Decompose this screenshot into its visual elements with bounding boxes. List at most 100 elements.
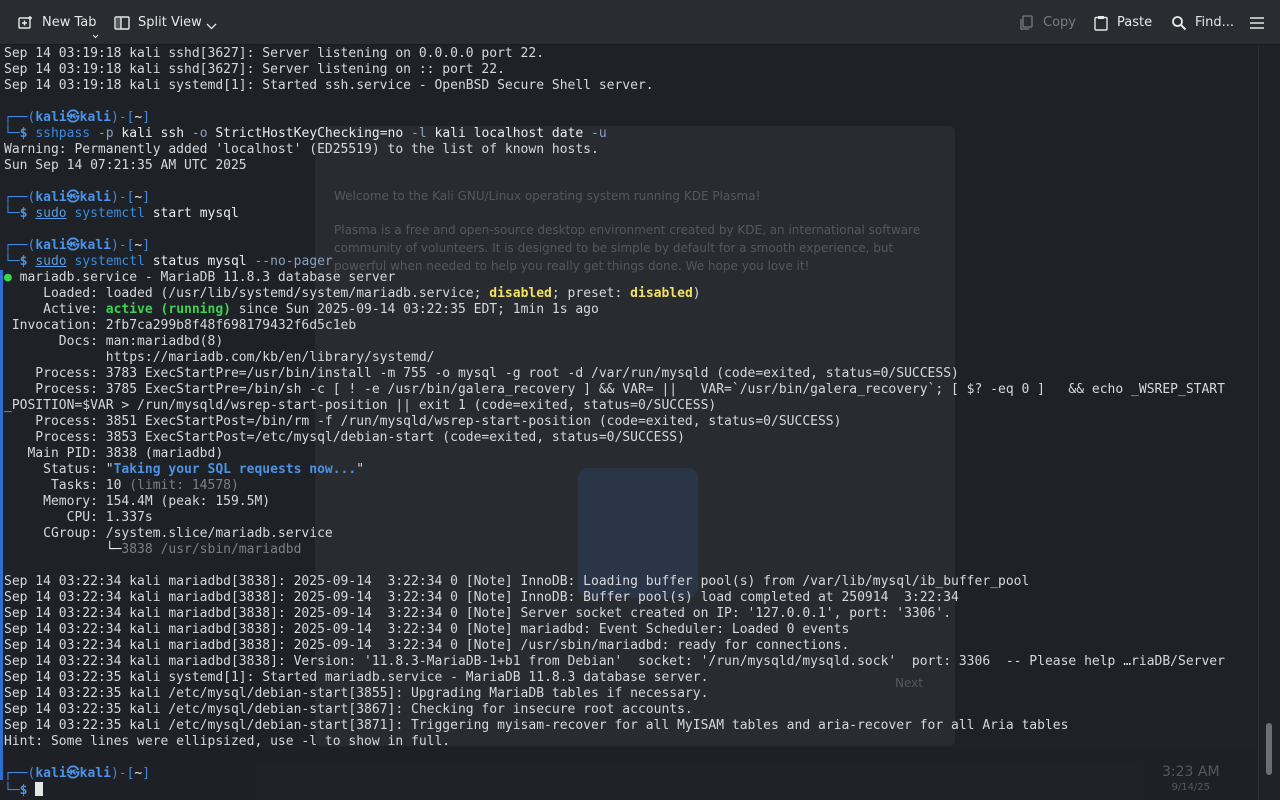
terminal-line: Invocation: 2fb7ca299b8f48f698179432f6d5… xyxy=(4,318,1225,334)
terminal-text: └─ xyxy=(4,542,122,557)
split-view-menu-arrow-icon[interactable] xyxy=(206,19,217,34)
terminal-text: -o xyxy=(184,126,208,141)
terminal-text: Sep 14 03:22:34 kali mariadbd[3838]: 202… xyxy=(4,590,959,605)
terminal-text: since Sun 2025-09-14 03:22:35 EDT; 1min … xyxy=(230,302,599,317)
terminal-text: https://mariadb.com/kb/en/library/system… xyxy=(4,350,435,365)
copy-button[interactable]: Copy xyxy=(1019,0,1076,45)
toolbar: New Tab Split View Copy Paste Find... xyxy=(0,0,1280,45)
terminal-text: Process: 3785 ExecStartPre=/bin/sh -c [ … xyxy=(4,382,1225,397)
terminal-line: Process: 3783 ExecStartPre=/usr/bin/inst… xyxy=(4,366,1225,382)
terminal-text: └─ xyxy=(4,206,20,221)
terminal-text: CPU: 1.337s xyxy=(4,510,153,525)
terminal-text: Warning: Permanently added 'localhost' (… xyxy=(4,142,599,157)
terminal-line: └─3838 /usr/sbin/mariadbd xyxy=(4,542,1225,558)
terminal-text: Sep 14 03:19:18 kali systemd[1]: Started… xyxy=(4,78,654,93)
scrollbar-thumb[interactable] xyxy=(1266,722,1272,776)
terminal-text: status mysql xyxy=(144,254,247,269)
copy-icon xyxy=(1019,14,1035,31)
terminal-text: Taking your SQL requests now... xyxy=(113,462,357,477)
new-tab-button[interactable]: New Tab xyxy=(18,0,97,45)
terminal-text: kali㉿kali xyxy=(35,190,111,205)
output-selection-marker xyxy=(0,270,3,780)
terminal-text: )-[ xyxy=(110,766,135,781)
terminal-text: ] xyxy=(142,110,151,125)
terminal-line: Sep 14 03:22:35 kali /etc/mysql/debian-s… xyxy=(4,718,1225,734)
terminal-line: Process: 3785 ExecStartPre=/bin/sh -c [ … xyxy=(4,382,1225,398)
split-view-button[interactable]: Split View xyxy=(114,0,202,45)
terminal-text: 3838 /usr/sbin/mariadbd xyxy=(121,542,302,557)
new-tab-icon xyxy=(18,15,34,31)
terminal-text: $ xyxy=(19,254,36,269)
terminal-text: Status: " xyxy=(4,462,114,477)
terminal-text: ] xyxy=(142,766,151,781)
terminal-line: Sep 14 03:19:18 kali systemd[1]: Started… xyxy=(4,78,1225,94)
terminal-text: systemctl xyxy=(66,206,145,221)
terminal-text: Tasks: 10 xyxy=(4,478,130,493)
terminal-line: https://mariadb.com/kb/en/library/system… xyxy=(4,350,1225,366)
terminal-line: ┌──(kali㉿kali)-[~] xyxy=(4,766,1225,782)
terminal-text: Active: xyxy=(4,302,106,317)
terminal-text: mariadb.service - MariaDB 11.8.3 databas… xyxy=(11,270,396,285)
terminal-text: ; preset: xyxy=(551,286,631,301)
split-view-icon xyxy=(114,15,130,31)
terminal-text: Sep 14 03:22:34 kali mariadbd[3838]: Ver… xyxy=(4,654,1225,669)
terminal-text: ┌──( xyxy=(4,190,36,205)
terminal-text: Sep 14 03:22:34 kali mariadbd[3838]: 202… xyxy=(4,574,1030,589)
terminal-line: ┌──(kali㉿kali)-[~] xyxy=(4,110,1225,126)
terminal-line: Tasks: 10 (limit: 14578) xyxy=(4,478,1225,494)
terminal-line: Sun Sep 14 07:21:35 AM UTC 2025 xyxy=(4,158,1225,174)
terminal-text: systemctl xyxy=(66,254,145,269)
terminal-text: Sep 14 03:19:18 kali sshd[3627]: Server … xyxy=(4,62,505,77)
terminal-line: Process: 3851 ExecStartPost=/bin/rm -f /… xyxy=(4,414,1225,430)
terminal-text: _POSITION=$VAR > /run/mysqld/wsrep-start… xyxy=(4,398,717,413)
terminal-text: StrictHostKeyChecking=no xyxy=(207,126,404,141)
terminal-line: Main PID: 3838 (mariadbd) xyxy=(4,446,1225,462)
konsole-window: New Tab Split View Copy Paste Find... We… xyxy=(0,0,1280,800)
find-label: Find... xyxy=(1195,15,1235,30)
terminal-line: Warning: Permanently added 'localhost' (… xyxy=(4,142,1225,158)
terminal-text: ┌──( xyxy=(4,766,36,781)
terminal-line: Sep 14 03:22:34 kali mariadbd[3838]: 202… xyxy=(4,590,1225,606)
paste-label: Paste xyxy=(1117,15,1153,30)
hamburger-menu-icon xyxy=(1249,15,1265,31)
terminal-scrollbar[interactable] xyxy=(1258,46,1280,800)
hamburger-menu-button[interactable] xyxy=(1249,0,1265,45)
terminal-text: -u xyxy=(583,126,607,141)
terminal-text: Loaded: loaded (/usr/lib/systemd/system/… xyxy=(4,286,490,301)
terminal-cursor xyxy=(35,782,44,796)
terminal-line: Sep 14 03:22:34 kali mariadbd[3838]: 202… xyxy=(4,574,1225,590)
terminal-text: start mysql xyxy=(144,206,239,221)
terminal-line: Sep 14 03:22:34 kali mariadbd[3838]: 202… xyxy=(4,622,1225,638)
terminal-text: CGroup: /system.slice/mariadb.service xyxy=(4,526,333,541)
terminal-text: --no-pager xyxy=(246,254,333,269)
terminal-view[interactable]: Welcome to the Kali GNU/Linux operating … xyxy=(0,46,1258,800)
terminal-line: ● mariadb.service - MariaDB 11.8.3 datab… xyxy=(4,270,1225,286)
terminal-line: └─$ sudo systemctl status mysql --no-pag… xyxy=(4,254,1225,270)
terminal-text: └─ xyxy=(4,254,20,269)
terminal-output: Sep 14 03:19:18 kali sshd[3627]: Server … xyxy=(4,46,1225,798)
terminal-line: Memory: 154.4M (peak: 159.5M) xyxy=(4,494,1225,510)
terminal-line: Hint: Some lines were ellipsized, use -l… xyxy=(4,734,1225,750)
terminal-text: $ xyxy=(19,126,36,141)
terminal-text: )-[ xyxy=(110,190,135,205)
paste-icon xyxy=(1093,15,1109,31)
find-button[interactable]: Find... xyxy=(1171,0,1234,45)
terminal-text: Hint: Some lines were ellipsized, use -l… xyxy=(4,734,451,749)
terminal-text: disabled xyxy=(489,286,552,301)
terminal-text: ● xyxy=(4,270,12,285)
copy-label: Copy xyxy=(1043,15,1076,30)
terminal-line: Sep 14 03:22:34 kali mariadbd[3838]: Ver… xyxy=(4,654,1225,670)
terminal-text: Sep 14 03:22:34 kali mariadbd[3838]: 202… xyxy=(4,606,952,621)
terminal-text: )-[ xyxy=(110,110,135,125)
terminal-line: Sep 14 03:22:35 kali systemd[1]: Started… xyxy=(4,670,1225,686)
terminal-text: Process: 3783 ExecStartPre=/usr/bin/inst… xyxy=(4,366,959,381)
new-tab-menu-arrow-icon[interactable] xyxy=(92,28,99,43)
terminal-text: Process: 3851 ExecStartPost=/bin/rm -f /… xyxy=(4,414,842,429)
terminal-text: -l xyxy=(403,126,427,141)
terminal-text: kali localhost date xyxy=(426,126,584,141)
terminal-text: ] xyxy=(142,190,151,205)
paste-button[interactable]: Paste xyxy=(1093,0,1152,45)
